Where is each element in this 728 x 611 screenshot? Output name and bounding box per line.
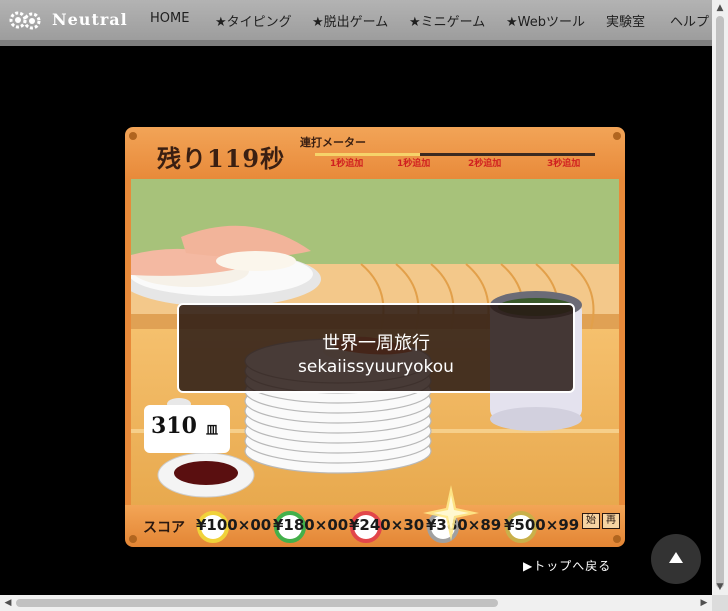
sushi-typing-game[interactable]: 残り119秒 連打メーター 1秒追加 1秒追加 2秒追加 3秒追加 310 皿 … — [125, 127, 625, 547]
start-button[interactable]: 始 — [582, 513, 600, 529]
site-logo[interactable]: Neutral — [8, 10, 127, 32]
gear-icon — [23, 12, 41, 30]
meter-step-4: 3秒追加 — [547, 159, 581, 169]
dish-unit: 皿 — [206, 423, 219, 437]
nav-escape-game[interactable]: ★脱出ゲーム — [312, 11, 388, 30]
plate-count: ×99 — [545, 516, 580, 534]
word-japanese: 世界一周旅行 — [322, 333, 430, 354]
nav-typing[interactable]: ★タイピング — [215, 11, 292, 30]
word-romaji: sekaiissyuuryokou — [298, 357, 454, 377]
scroll-right-arrow-icon[interactable]: ▶ — [696, 595, 712, 611]
scrollbar-corner — [712, 595, 728, 611]
plate-240: ¥240×30 — [349, 516, 424, 534]
combo-meter-title: 連打メーター — [300, 136, 366, 149]
sparkle-icon — [423, 485, 479, 541]
plate-price: ¥180 — [273, 516, 315, 534]
score-label: スコア — [143, 520, 185, 536]
arrow-up-icon — [669, 552, 683, 563]
nav-divider — [0, 40, 712, 46]
time-remaining: 残り119秒 — [157, 144, 286, 173]
nav-mini-game[interactable]: ★ミニゲーム — [409, 11, 485, 30]
meter-step-2: 1秒追加 — [397, 159, 431, 169]
vertical-scrollbar[interactable]: ▲ ▼ — [712, 0, 728, 595]
horizontal-scrollbar[interactable]: ◀ ▶ — [0, 595, 712, 611]
plate-100: ¥100×00 — [196, 516, 271, 534]
plate-count: ×30 — [390, 516, 425, 534]
logo-text: Neutral — [52, 10, 128, 29]
plate-price: ¥100 — [196, 516, 238, 534]
scroll-to-top-button[interactable] — [651, 534, 701, 584]
nav-lab[interactable]: 実験室 — [606, 11, 645, 30]
scroll-down-arrow-icon[interactable]: ▼ — [712, 579, 728, 595]
vertical-scroll-thumb[interactable] — [716, 16, 724, 588]
nav-help[interactable]: ヘルプ — [670, 11, 709, 30]
typing-prompt: 世界一周旅行 sekaiissyuuryokou — [177, 303, 575, 393]
scroll-up-arrow-icon[interactable]: ▲ — [712, 0, 728, 16]
top-nav: Neutral HOME ★タイピング ★脱出ゲーム ★ミニゲーム ★Webツー… — [0, 0, 712, 41]
horizontal-scroll-thumb[interactable] — [16, 599, 498, 607]
plate-count: ×00 — [237, 516, 272, 534]
nav-home[interactable]: HOME — [150, 11, 189, 26]
dish-count: 310 — [151, 413, 197, 439]
plate-price: ¥240 — [349, 516, 391, 534]
bolt — [129, 535, 137, 543]
bolt — [613, 535, 621, 543]
plate-180: ¥180×00 — [273, 516, 348, 534]
restart-button[interactable]: 再 — [602, 513, 620, 529]
bolt — [613, 132, 621, 140]
dish-counter: 310 皿 — [144, 405, 230, 453]
scroll-left-arrow-icon[interactable]: ◀ — [0, 595, 16, 611]
bolt — [129, 132, 137, 140]
meter-step-3: 2秒追加 — [468, 159, 502, 169]
frame-right — [619, 179, 625, 505]
plate-count: ×00 — [314, 516, 349, 534]
meter-step-1: 1秒追加 — [330, 159, 364, 169]
nav-web-tools[interactable]: ★Webツール — [506, 11, 585, 30]
plate-price: ¥500 — [504, 516, 546, 534]
back-to-top-link[interactable]: ▶トップへ戻る — [523, 557, 611, 574]
plate-500: ¥500×99 — [504, 516, 579, 534]
